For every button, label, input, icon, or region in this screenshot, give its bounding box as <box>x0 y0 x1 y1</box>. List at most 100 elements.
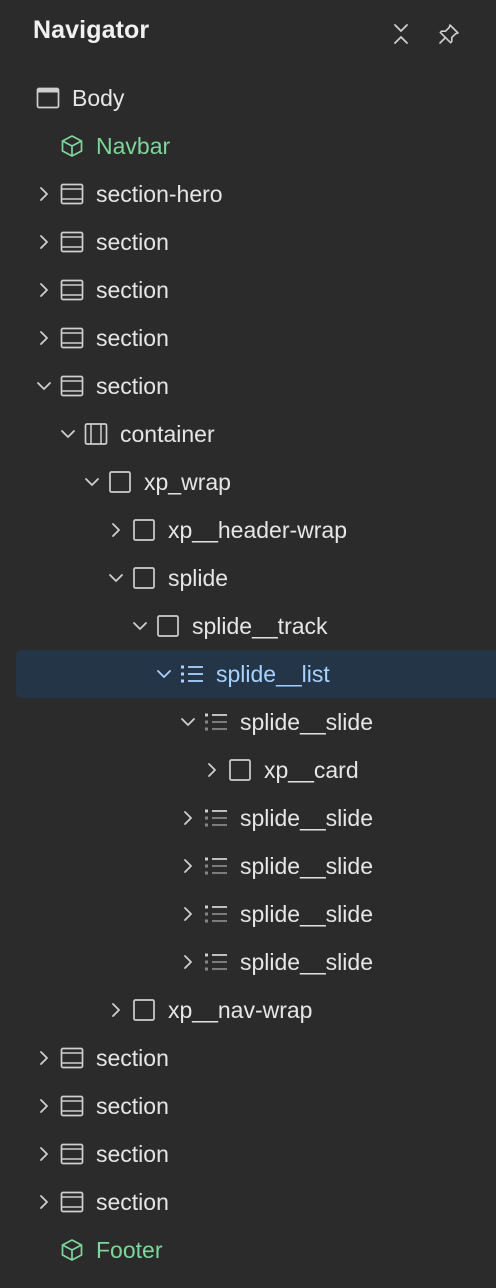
tree-item-label: splide <box>168 565 229 591</box>
tree-item-list-item[interactable]: splide__slide <box>0 890 496 938</box>
list-item-icon <box>204 806 228 830</box>
section-icon <box>60 1046 84 1070</box>
tree-item-label: splide__slide <box>240 901 373 927</box>
chevron-down-icon[interactable] <box>82 472 102 492</box>
chevron-right-icon[interactable] <box>178 808 198 828</box>
tree-item-list-item[interactable]: splide__slide <box>0 938 496 986</box>
section-icon <box>60 1142 84 1166</box>
component-icon <box>60 1238 84 1262</box>
chevron-right-icon[interactable] <box>34 280 54 300</box>
tree-item-section[interactable]: section <box>0 1082 496 1130</box>
tree-item-label: xp__header-wrap <box>168 517 348 543</box>
tree-item-label: section <box>96 277 169 303</box>
section-icon <box>60 182 84 206</box>
tree-item-label: splide__track <box>192 613 328 639</box>
section-icon <box>60 1190 84 1214</box>
tree-item-component[interactable]: Navbar <box>0 122 496 170</box>
pin-panel-button[interactable] <box>435 20 463 48</box>
chevron-right-icon[interactable] <box>34 1192 54 1212</box>
list-icon <box>180 662 204 686</box>
section-icon <box>60 278 84 302</box>
tree-item-label: xp__card <box>264 757 359 783</box>
div-block-icon <box>108 470 132 494</box>
tree-item-container[interactable]: container <box>0 410 496 458</box>
div-block-icon <box>132 566 156 590</box>
div-block-icon <box>156 614 180 638</box>
chevron-right-icon[interactable] <box>106 1000 126 1020</box>
chevron-down-icon[interactable] <box>34 376 54 396</box>
container-icon <box>84 422 108 446</box>
tree-item-label: Footer <box>96 1237 163 1263</box>
tree-item-label: section-hero <box>96 181 223 207</box>
tree-item-label: section <box>96 229 169 255</box>
tree-item-label: splide__slide <box>240 709 373 735</box>
tree-item-list-item[interactable]: splide__slide <box>0 794 496 842</box>
tree-item-section[interactable]: section <box>0 218 496 266</box>
section-icon <box>60 230 84 254</box>
chevron-down-icon[interactable] <box>154 664 174 684</box>
chevron-right-icon[interactable] <box>34 1048 54 1068</box>
panel-title: Navigator <box>33 16 150 44</box>
chevron-right-icon[interactable] <box>34 232 54 252</box>
chevron-right-icon[interactable] <box>106 520 126 540</box>
list-item-icon <box>204 950 228 974</box>
tree-item-label: section <box>96 1093 169 1119</box>
tree-item-section[interactable]: section <box>0 1034 496 1082</box>
list-item-icon <box>204 854 228 878</box>
tree-item-label: xp__nav-wrap <box>168 997 313 1023</box>
div-block-icon <box>132 998 156 1022</box>
chevron-down-icon[interactable] <box>178 712 198 732</box>
tree-item-label: section <box>96 325 169 351</box>
tree-item-section[interactable]: section <box>0 1178 496 1226</box>
chevron-right-icon[interactable] <box>202 760 222 780</box>
tree-item-div[interactable]: xp__card <box>0 746 496 794</box>
chevron-right-icon[interactable] <box>34 1096 54 1116</box>
chevron-down-icon[interactable] <box>58 424 78 444</box>
tree-item-div[interactable]: xp__header-wrap <box>0 506 496 554</box>
list-item-icon <box>204 710 228 734</box>
section-icon <box>60 374 84 398</box>
tree-item-label: Navbar <box>96 133 171 159</box>
chevron-right-icon[interactable] <box>34 328 54 348</box>
tree-item-label: section <box>96 1045 169 1071</box>
tree-item-div[interactable]: xp__nav-wrap <box>0 986 496 1034</box>
navigator-tree: Body Navbar section-hero section section sect… <box>0 74 496 1274</box>
tree-item-body[interactable]: Body <box>0 74 496 122</box>
component-icon <box>60 134 84 158</box>
tree-item-section[interactable]: section <box>0 362 496 410</box>
navigator-header: Navigator <box>0 0 496 70</box>
chevron-right-icon[interactable] <box>178 904 198 924</box>
tree-item-section[interactable]: section <box>0 1130 496 1178</box>
tree-item-div[interactable]: xp_wrap <box>0 458 496 506</box>
tree-item-label: Body <box>72 85 125 111</box>
chevron-right-icon[interactable] <box>34 1144 54 1164</box>
tree-item-list-item[interactable]: splide__slide <box>0 842 496 890</box>
section-icon <box>60 1094 84 1118</box>
body-icon <box>36 86 60 110</box>
tree-item-label: splide__slide <box>240 853 373 879</box>
section-icon <box>60 326 84 350</box>
tree-item-list-item[interactable]: splide__slide <box>0 698 496 746</box>
tree-item-label: section <box>96 1141 169 1167</box>
tree-item-label: splide__slide <box>240 805 373 831</box>
chevron-right-icon[interactable] <box>178 952 198 972</box>
tree-item-list[interactable]: splide__list <box>0 650 496 698</box>
tree-item-label: splide__list <box>216 661 330 687</box>
div-block-icon <box>132 518 156 542</box>
tree-item-component[interactable]: Footer <box>0 1226 496 1274</box>
chevron-right-icon[interactable] <box>178 856 198 876</box>
pin-icon <box>439 24 459 44</box>
div-block-icon <box>228 758 252 782</box>
tree-item-label: xp_wrap <box>144 469 231 495</box>
tree-item-label: splide__slide <box>240 949 373 975</box>
tree-item-section[interactable]: section-hero <box>0 170 496 218</box>
tree-item-label: section <box>96 1189 169 1215</box>
chevron-right-icon[interactable] <box>34 184 54 204</box>
collapse-all-button[interactable] <box>387 20 415 48</box>
tree-item-section[interactable]: section <box>0 266 496 314</box>
tree-item-section[interactable]: section <box>0 314 496 362</box>
tree-item-div[interactable]: splide__track <box>0 602 496 650</box>
tree-item-div[interactable]: splide <box>0 554 496 602</box>
chevron-down-icon[interactable] <box>130 616 150 636</box>
chevron-down-icon[interactable] <box>106 568 126 588</box>
